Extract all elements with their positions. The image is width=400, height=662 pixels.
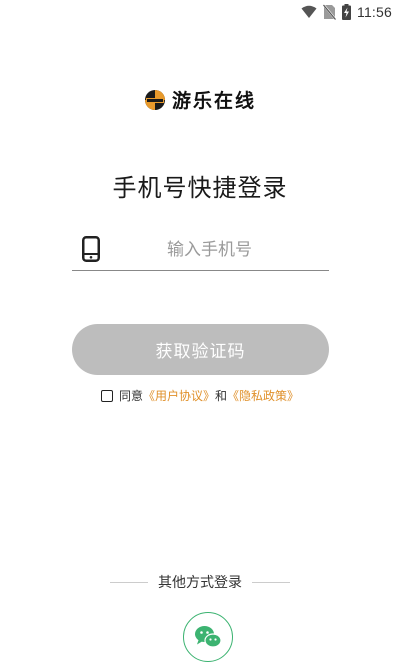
privacy-policy-link[interactable]: 《隐私政策》 — [227, 387, 299, 404]
divider-line-left — [110, 581, 148, 583]
status-time: 11:56 — [357, 4, 392, 20]
brand: 游乐在线 — [0, 86, 400, 113]
phone-field — [72, 230, 329, 271]
brand-logo-icon — [144, 89, 166, 111]
wechat-icon — [194, 625, 222, 653]
other-login-divider: 其他方式登录 — [0, 572, 400, 592]
no-sim-icon — [323, 4, 336, 20]
wechat-login-button[interactable] — [183, 612, 233, 662]
agreement-conjunction: 和 — [215, 389, 228, 403]
phone-input[interactable] — [100, 235, 319, 265]
agreement: 同意 《用户协议》 和 《隐私政策》 — [0, 387, 400, 404]
divider-line-right — [252, 581, 290, 583]
brand-name: 游乐在线 — [171, 90, 256, 112]
agreement-prefix: 同意 — [118, 389, 143, 403]
status-bar: 11:56 — [0, 0, 400, 24]
page-title: 手机号快捷登录 — [112, 174, 288, 202]
user-agreement-link[interactable]: 《用户协议》 — [143, 387, 215, 404]
other-login-label: 其他方式登录 — [158, 575, 242, 591]
agree-checkbox[interactable] — [100, 389, 113, 402]
phone-icon — [82, 236, 100, 264]
battery-charging-icon — [342, 4, 351, 20]
get-code-button[interactable]: 获取验证码 — [72, 324, 329, 375]
wifi-icon — [301, 5, 317, 19]
